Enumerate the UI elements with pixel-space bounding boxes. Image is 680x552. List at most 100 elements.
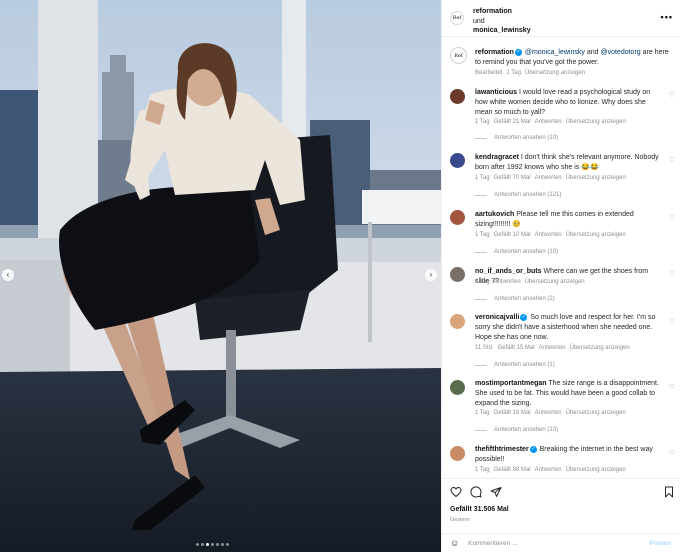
like-comment-heart-icon[interactable]: ♡ [669, 156, 675, 164]
more-horizontal-icon[interactable]: ••• [661, 12, 673, 22]
verified-badge-icon: ✓ [529, 445, 537, 453]
view-replies-label: Antworten ansehen (10) [494, 249, 559, 255]
view-replies-button[interactable]: Antworten ansehen (1) [475, 362, 555, 368]
comment-likes[interactable]: Gefällt 10 Mal [494, 232, 531, 238]
comment-meta: 1 Tag Gefällt 88 Mal Antworten Übersetzung … [475, 467, 630, 473]
view-replies-button[interactable]: Antworten ansehen (13) [475, 427, 558, 433]
translate-link[interactable]: Übersetzung anzeigen [566, 232, 626, 238]
commenter-avatar[interactable] [450, 380, 465, 395]
carousel-dot [211, 543, 214, 546]
save-bookmark-icon[interactable] [663, 486, 675, 498]
like-comment-heart-icon[interactable]: ♡ [669, 317, 675, 325]
view-replies-label: Antworten ansehen (10) [494, 135, 559, 141]
post-date[interactable]: Gestern [450, 517, 470, 523]
like-heart-icon[interactable] [450, 486, 462, 498]
reply-button[interactable]: Antworten [535, 232, 562, 238]
like-comment-heart-icon[interactable]: ♡ [669, 91, 675, 99]
view-replies-label: Antworten ansehen (1) [494, 362, 555, 368]
comment-likes[interactable]: Gefällt 18 Mal [494, 410, 531, 416]
comment-time: 1 Tag [475, 119, 490, 125]
comment-likes[interactable]: Gefällt 88 Mal [494, 467, 531, 473]
comment-likes[interactable]: Gefällt 70 Mal [494, 175, 531, 181]
comment-body: lawanticious I would love read a psychol… [475, 88, 663, 118]
translate-link[interactable]: Übersetzung anzeigen [566, 467, 626, 473]
collaborator-username[interactable]: monica_lewinsky [473, 26, 531, 36]
comment-username[interactable]: mostimportantmegan [475, 380, 547, 387]
like-comment-heart-icon[interactable]: ♡ [669, 213, 675, 221]
comment-bubble-icon[interactable] [470, 486, 482, 498]
reply-divider [475, 194, 487, 196]
like-comment-heart-icon[interactable]: ♡ [669, 269, 675, 277]
like-comment-heart-icon[interactable]: ♡ [669, 449, 675, 457]
view-replies-button[interactable]: Antworten ansehen (10) [475, 135, 558, 141]
verified-badge-icon: ✓ [514, 48, 522, 56]
mention-link[interactable]: @monica_lewinsky [525, 49, 585, 56]
comment-likes[interactable]: Gefällt 21 Mal [494, 119, 531, 125]
comment-time: 1 Tag [475, 410, 490, 416]
translate-link[interactable]: Übersetzung anzeigen [570, 345, 630, 351]
comment-meta: 1 Tag Antworten Übersetzung anzeigen [475, 279, 589, 285]
comment-likes[interactable]: Gefällt 15 Mal [498, 345, 535, 351]
translate-link[interactable]: Übersetzung anzeigen [525, 70, 585, 76]
comment-body: veronicajvalli ✓ So much love and respect… [475, 313, 663, 343]
comment-meta: 1 Tag Gefällt 70 Mal Antworten Übersetzung … [475, 175, 630, 181]
author-username[interactable]: reformation [473, 7, 531, 17]
mention-link[interactable]: @votedotorg [600, 49, 640, 56]
commenter-avatar[interactable] [450, 153, 465, 168]
comment-username[interactable]: thefifthtrimester [475, 446, 529, 453]
post-header: Ref reformation und monica_lewinsky ••• [442, 0, 680, 37]
translate-link[interactable]: Übersetzung anzeigen [566, 175, 626, 181]
post-authors: reformation und monica_lewinsky [473, 7, 531, 36]
translate-link[interactable]: Übersetzung anzeigen [525, 279, 585, 285]
translate-link[interactable]: Übersetzung anzeigen [566, 119, 626, 125]
carousel-dot [201, 543, 204, 546]
caption-username[interactable]: reformation [475, 49, 514, 56]
post-comment-button[interactable]: Posten [649, 540, 671, 547]
author-joiner: und [473, 17, 485, 25]
commenter-avatar[interactable] [450, 446, 465, 461]
translate-link[interactable]: Übersetzung anzeigen [566, 410, 626, 416]
comment-username[interactable]: veronicajvalli [475, 314, 519, 321]
next-slide-button[interactable]: › [425, 269, 437, 281]
comment-input[interactable] [468, 537, 628, 549]
carousel-indicator [196, 543, 229, 546]
view-replies-button[interactable]: Antworten ansehen (10) [475, 249, 558, 255]
reply-button[interactable]: Antworten [535, 410, 562, 416]
comment-body: aartukovich Please tell me this comes in… [475, 210, 663, 230]
post-details-panel: Ref reformation und monica_lewinsky ••• … [441, 0, 680, 552]
comment-meta: 1 Tag Gefällt 10 Mal Antworten Übersetzung … [475, 232, 630, 238]
reply-divider [475, 137, 487, 139]
commenter-avatar[interactable] [450, 314, 465, 329]
comment-username[interactable]: aartukovich [475, 211, 514, 218]
verified-badge-icon: ✓ [520, 313, 528, 321]
edited-label: Bearbeitet [475, 70, 503, 76]
view-replies-button[interactable]: Antworten ansehen (121) [475, 192, 561, 198]
previous-slide-button[interactable]: ‹ [2, 269, 14, 281]
comment-username[interactable]: kendragracet [475, 154, 519, 161]
commenter-avatar[interactable] [450, 210, 465, 225]
reply-button[interactable]: Antworten [535, 467, 562, 473]
emoji-picker-icon[interactable]: ☺ [450, 538, 459, 548]
share-paper-plane-icon[interactable] [490, 486, 502, 498]
comment-meta: 1 Tag Gefällt 18 Mal Antworten Übersetzung … [475, 410, 630, 416]
like-comment-heart-icon[interactable]: ♡ [669, 383, 675, 391]
post-caption: reformation ✓ @monica_lewinsky and @voted… [475, 48, 675, 68]
reply-button[interactable]: Antworten [535, 175, 562, 181]
reply-button[interactable]: Antworten [535, 119, 562, 125]
reformation-avatar[interactable]: Ref [450, 11, 464, 25]
view-replies-button[interactable]: Antworten ansehen (2) [475, 296, 555, 302]
comment-time: 11 Std. [475, 345, 494, 351]
commenter-avatar[interactable] [450, 267, 465, 282]
post-photo[interactable]: ‹ › [0, 0, 441, 552]
comment-username[interactable]: lawanticious [475, 89, 517, 96]
view-replies-label: Antworten ansehen (121) [494, 192, 562, 198]
caption-avatar[interactable]: Ref [450, 47, 467, 64]
reply-button[interactable]: Antworten [494, 279, 521, 285]
carousel-dot [221, 543, 224, 546]
post-likes-count[interactable]: Gefällt 31.506 Mal [450, 506, 509, 513]
reply-button[interactable]: Antworten [539, 345, 566, 351]
comment-meta: 11 Std. Gefällt 15 Mal Antworten Übersetzun… [475, 345, 634, 351]
commenter-avatar[interactable] [450, 89, 465, 104]
view-replies-label: Antworten ansehen (2) [494, 296, 555, 302]
comment-username[interactable]: no_if_ands_or_buts [475, 268, 542, 275]
